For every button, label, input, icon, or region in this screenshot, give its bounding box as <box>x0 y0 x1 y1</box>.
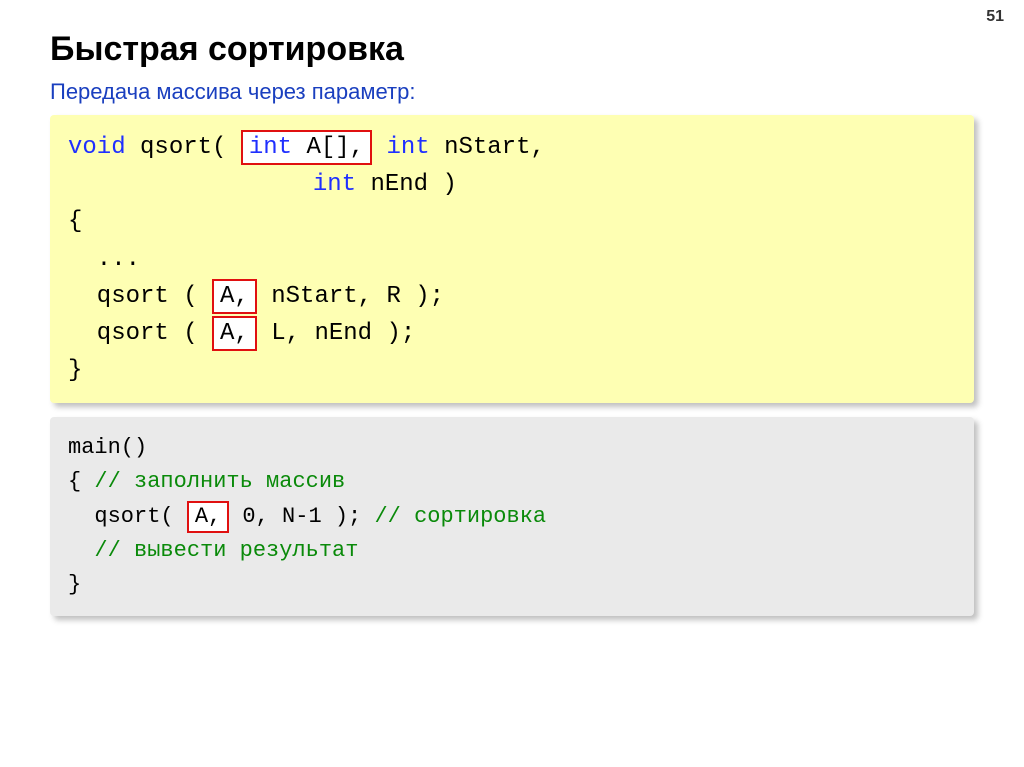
code-line: void qsort( int A[], int nStart, <box>68 129 956 166</box>
code-block-signature: void qsort( int A[], int nStart, int nEn… <box>50 115 974 403</box>
code-line: } <box>68 352 956 389</box>
code-line: qsort ( A, L, nEnd ); <box>68 315 956 352</box>
keyword-int: int <box>372 134 430 161</box>
highlight-box: A, <box>212 316 257 351</box>
code-text: nStart, R ); <box>257 283 444 310</box>
code-text: L, nEnd ); <box>257 320 415 347</box>
page-title: Быстрая сортировка <box>50 30 974 69</box>
highlight-box: int A[], <box>241 130 372 165</box>
slide: 51 Быстрая сортировка Передача массива ч… <box>0 0 1024 650</box>
comment: // заполнить массив <box>94 469 345 494</box>
subtitle: Передача массива через параметр: <box>50 79 974 105</box>
keyword-int: int <box>68 171 356 198</box>
code-text: nEnd ) <box>356 171 457 198</box>
code-text: qsort( <box>126 134 241 161</box>
code-line: qsort ( A, nStart, R ); <box>68 278 956 315</box>
code-text: qsort ( <box>68 283 212 310</box>
code-line: ... <box>68 241 956 278</box>
code-line: } <box>68 568 956 602</box>
code-line: int nEnd ) <box>68 166 956 203</box>
highlight-box: A, <box>187 501 229 534</box>
highlight-box: A, <box>212 279 257 314</box>
code-line: qsort( A, 0, N-1 ); // сортировка <box>68 500 956 534</box>
code-text: nStart, <box>430 134 545 161</box>
keyword-int: int <box>249 134 292 161</box>
keyword-void: void <box>68 134 126 161</box>
comment: // вывести результат <box>68 534 956 568</box>
code-block-main: main() { // заполнить массив qsort( A, 0… <box>50 417 974 615</box>
comment: // сортировка <box>374 504 546 529</box>
code-text: qsort( <box>68 504 187 529</box>
code-text: qsort ( <box>68 320 212 347</box>
code-text: { <box>68 469 94 494</box>
code-text: 0, N-1 ); <box>229 504 374 529</box>
code-line: { // заполнить массив <box>68 465 956 499</box>
code-line: main() <box>68 431 956 465</box>
page-number: 51 <box>986 8 1004 26</box>
code-line: { <box>68 203 956 240</box>
